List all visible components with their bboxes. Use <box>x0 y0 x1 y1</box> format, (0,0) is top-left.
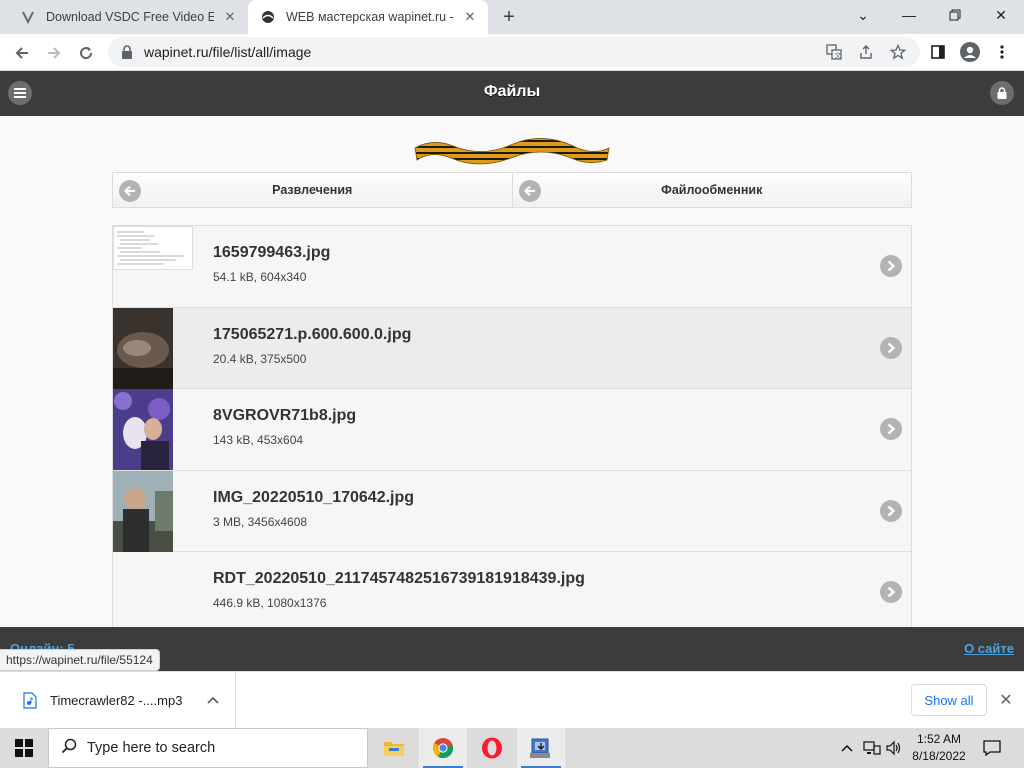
file-name: IMG_20220510_170642.jpg <box>213 488 415 506</box>
file-icon <box>22 691 38 709</box>
svg-text:文: 文 <box>835 51 842 60</box>
volume-icon[interactable] <box>884 728 904 768</box>
bookmark-star-icon[interactable] <box>886 40 910 64</box>
nav-label: Развлечения <box>272 183 353 197</box>
page-title: Файлы <box>483 83 541 100</box>
tab-search-chevron-icon[interactable]: ⌄ <box>840 0 886 30</box>
opera-icon[interactable] <box>468 728 516 768</box>
tab-wapinet[interactable]: WEB мастерская wapinet.ru - Файлы ✕ <box>248 0 488 34</box>
file-explorer-icon[interactable] <box>370 728 418 768</box>
restore-button[interactable] <box>932 0 978 30</box>
taskbar-search-input[interactable]: Type here to search <box>48 728 368 768</box>
chrome-icon[interactable] <box>419 728 467 768</box>
taskbar: Type here to search 1:52 AM 8/18/2022 <box>0 728 1024 768</box>
file-meta: 446.9 kB, 1080x1376 <box>213 596 327 610</box>
download-item[interactable]: Timecrawler82 -....mp3 <box>8 672 236 728</box>
show-all-button[interactable]: Show all <box>911 684 987 716</box>
clock-date: 8/18/2022 <box>912 749 966 763</box>
thumbnail-image <box>113 470 173 552</box>
search-icon <box>61 738 77 759</box>
web-page: Файлы Развлечения Файлообменник 16597994… <box>0 71 1024 671</box>
new-tab-button[interactable]: + <box>498 6 520 28</box>
file-meta: 143 kB, 453x604 <box>213 433 304 447</box>
arrow-left-icon <box>119 180 141 202</box>
thumbnail-image <box>113 389 173 470</box>
arrow-right-icon <box>880 581 902 603</box>
tab-title: Download VSDC Free Video Editor <box>46 10 214 24</box>
minimize-button[interactable]: — <box>886 0 932 30</box>
chrome-menu-icon[interactable] <box>990 40 1014 64</box>
reload-button[interactable] <box>72 39 100 67</box>
site-header: Файлы <box>0 71 1024 116</box>
st-george-ribbon-icon <box>413 134 611 170</box>
address-bar[interactable]: wapinet.ru/file/list/all/image <box>108 37 920 67</box>
profile-avatar-icon[interactable] <box>958 40 982 64</box>
share-icon[interactable] <box>854 40 878 64</box>
arrow-right-icon <box>880 499 902 522</box>
chevron-up-tray-icon[interactable] <box>838 728 856 768</box>
installer-app-icon[interactable] <box>517 728 565 768</box>
file-meta: 54.1 kB, 604x340 <box>213 270 307 284</box>
back-button[interactable] <box>8 39 36 67</box>
browser-toolbar: wapinet.ru/file/list/all/image 文 <box>0 34 1024 71</box>
list-item[interactable]: 175065271.p.600.600.0.jpg 20.4 kB, 375x5… <box>113 307 911 389</box>
arrow-right-icon <box>880 255 902 277</box>
list-item[interactable]: IMG_20220510_170642.jpg 3 MB, 3456x4608 <box>113 470 911 552</box>
close-download-bar-icon[interactable]: ✕ <box>994 688 1018 712</box>
lock-icon[interactable] <box>120 45 134 59</box>
close-tab-icon[interactable]: ✕ <box>222 9 238 25</box>
tab-title: WEB мастерская wapinet.ru - Файлы <box>286 10 454 24</box>
download-bar: Timecrawler82 -....mp3 Show all ✕ <box>0 671 1024 728</box>
windows-start-icon[interactable] <box>0 728 48 768</box>
file-name: 1659799463.jpg <box>213 244 331 261</box>
side-panel-icon[interactable] <box>926 40 950 64</box>
file-meta: 3 MB, 3456x4608 <box>213 514 308 529</box>
search-placeholder: Type here to search <box>87 740 216 756</box>
tab-vsdc[interactable]: Download VSDC Free Video Editor ✕ <box>8 0 248 34</box>
vsdc-favicon-icon <box>20 9 36 25</box>
nav-label: Файлообменник <box>661 183 763 197</box>
file-name: 8VGROVR71b8.jpg <box>213 407 357 424</box>
list-item[interactable]: 1659799463.jpg 54.1 kB, 604x340 <box>113 226 911 308</box>
download-filename: Timecrawler82 -....mp3 <box>50 692 183 708</box>
notification-icon[interactable] <box>978 728 1006 768</box>
file-list: 1659799463.jpg 54.1 kB, 604x340 17506527… <box>112 225 912 635</box>
forward-button[interactable] <box>40 39 68 67</box>
arrow-right-icon <box>880 336 902 359</box>
file-name: 175065271.p.600.600.0.jpg <box>213 325 412 343</box>
wapinet-favicon-icon <box>260 9 276 25</box>
close-tab-icon[interactable]: ✕ <box>462 9 478 25</box>
list-item[interactable]: RDT_20220510_2117457482516739181918439.j… <box>113 552 911 634</box>
thumbnail-image <box>113 307 173 389</box>
url-text: wapinet.ru/file/list/all/image <box>144 44 312 60</box>
nav-entertainment-button[interactable]: Развлечения <box>112 172 513 208</box>
arrow-right-icon <box>880 418 902 440</box>
arrow-left-icon <box>518 180 541 202</box>
clock-time: 1:52 AM <box>916 732 962 746</box>
network-icon[interactable] <box>862 728 882 768</box>
lock-icon[interactable] <box>990 81 1014 105</box>
close-window-button[interactable]: ✕ <box>978 0 1024 30</box>
file-meta: 20.4 kB, 375x500 <box>213 351 307 366</box>
file-name: RDT_20220510_2117457482516739181918439.j… <box>213 570 585 587</box>
translate-icon[interactable]: 文 <box>822 40 846 64</box>
chevron-up-icon[interactable] <box>203 690 223 710</box>
list-item[interactable]: 8VGROVR71b8.jpg 143 kB, 453x604 <box>113 389 911 471</box>
tab-strip: Download VSDC Free Video Editor ✕ WEB ма… <box>0 0 1024 34</box>
thumbnail-image <box>113 226 193 270</box>
system-clock[interactable]: 1:52 AM 8/18/2022 <box>906 731 972 765</box>
breadcrumb-nav: Развлечения Файлообменник <box>112 172 912 208</box>
about-link[interactable]: О сайте <box>964 641 1014 656</box>
status-bubble: https://wapinet.ru/file/55124 <box>0 649 160 671</box>
nav-fileshare-button[interactable]: Файлообменник <box>512 172 912 208</box>
